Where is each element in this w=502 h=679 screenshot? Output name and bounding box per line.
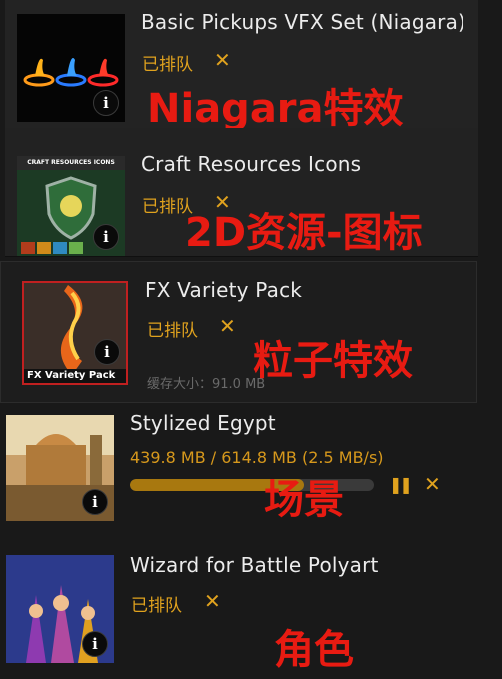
annotation-label: 粒子特效	[253, 338, 413, 384]
thumb-caption: FX Variety Pack	[24, 369, 126, 383]
info-icon[interactable]: i	[93, 224, 119, 250]
download-list-lower: i Stylized Egypt 439.8 MB / 614.8 MB (2.…	[0, 405, 502, 679]
cache-size: 缓存大小：91.0 MB	[147, 377, 266, 392]
annotation-label: 角色	[274, 627, 354, 673]
annotation-label: 场景	[264, 477, 344, 523]
annotation-label: 2D资源-图标	[185, 210, 423, 256]
download-progress-text: 439.8 MB / 614.8 MB (2.5 MB/s)	[130, 448, 384, 467]
info-icon[interactable]: i	[82, 489, 108, 515]
status-queued: 已排队	[131, 596, 182, 616]
download-item-basic-pickups: i Basic Pickups VFX Set (Niagara) 已排队 ✕ …	[5, 0, 478, 132]
status-queued: 已排队	[147, 321, 198, 341]
item-title: FX Variety Pack	[145, 278, 303, 302]
pause-button[interactable]: ❚❚	[389, 475, 413, 494]
tornado-artwork	[60, 285, 83, 375]
thumbnail-stylized-egypt[interactable]: i	[6, 415, 114, 521]
annotation-label: Niagara特效	[147, 86, 404, 132]
item-title: Basic Pickups VFX Set (Niagara)	[141, 10, 463, 34]
download-item-fx-variety: FX Variety Pack i FX Variety Pack 已排队 ✕ …	[0, 261, 477, 403]
remove-button[interactable]: ✕	[219, 316, 236, 336]
thumbnail-fx-variety[interactable]: FX Variety Pack i	[22, 281, 128, 385]
remove-button[interactable]: ✕	[424, 474, 441, 494]
download-item-craft-resources: CRAFT RESOURCES ICONS i Craft Resources …	[5, 128, 478, 257]
thumbnail-wizard[interactable]: i	[6, 555, 114, 663]
item-title: Stylized Egypt	[130, 411, 276, 435]
info-icon[interactable]: i	[94, 339, 120, 365]
download-item-stylized-egypt: i Stylized Egypt 439.8 MB / 614.8 MB (2.…	[0, 405, 502, 535]
remove-button[interactable]: ✕	[204, 591, 221, 611]
download-item-wizard: i Wizard for Battle Polyart 已排队 ✕ 角色	[0, 543, 502, 679]
item-title: Craft Resources Icons	[141, 152, 362, 176]
item-title: Wizard for Battle Polyart	[130, 553, 379, 577]
remove-button[interactable]: ✕	[214, 50, 231, 70]
thumbnail-craft-resources[interactable]: CRAFT RESOURCES ICONS i	[17, 156, 125, 256]
info-icon[interactable]: i	[82, 631, 108, 657]
status-queued: 已排队	[142, 55, 193, 75]
thumbnail-basic-pickups[interactable]: i	[17, 14, 125, 122]
info-icon[interactable]: i	[93, 90, 119, 116]
